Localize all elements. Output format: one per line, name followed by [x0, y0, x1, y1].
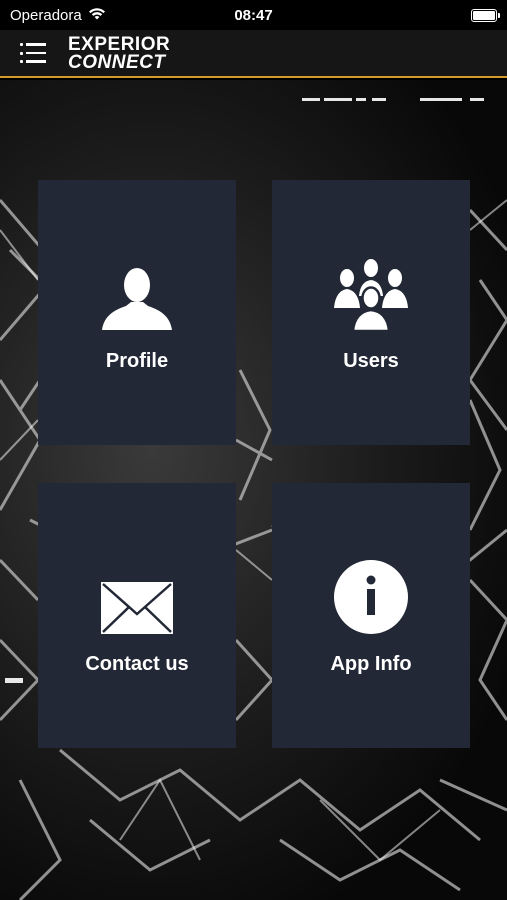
envelope-icon [100, 555, 174, 635]
wifi-icon [88, 7, 106, 24]
app-info-tile[interactable]: App Info [272, 483, 470, 748]
contact-label: Contact us [85, 653, 189, 675]
battery-level [473, 10, 495, 20]
carrier-name: Operadora [10, 6, 82, 24]
menu-line [20, 43, 46, 46]
profile-label: Profile [105, 350, 169, 372]
status-left: Operadora [10, 7, 106, 24]
app-info-label: App Info [330, 653, 412, 675]
users-tile[interactable]: Users [272, 180, 470, 445]
logo-line-2: CONNECT [68, 51, 166, 73]
contact-tile[interactable]: Contact us [38, 483, 236, 748]
navigation-bar: EXPERIOR CONNECT [0, 30, 507, 78]
profile-tile[interactable]: Profile [38, 180, 236, 445]
status-right [471, 8, 500, 22]
logo-line-1: EXPERIOR [68, 33, 171, 55]
status-bar: Operadora 08:47 [0, 0, 507, 30]
menu-icon[interactable] [20, 43, 46, 63]
person-icon [100, 252, 174, 332]
users-label: Users [343, 350, 399, 372]
users-icon [333, 252, 409, 332]
menu-line [20, 51, 46, 55]
info-icon [333, 555, 409, 635]
app-logo: EXPERIOR CONNECT [68, 35, 170, 72]
battery-icon [471, 8, 500, 22]
menu-line [20, 60, 46, 63]
